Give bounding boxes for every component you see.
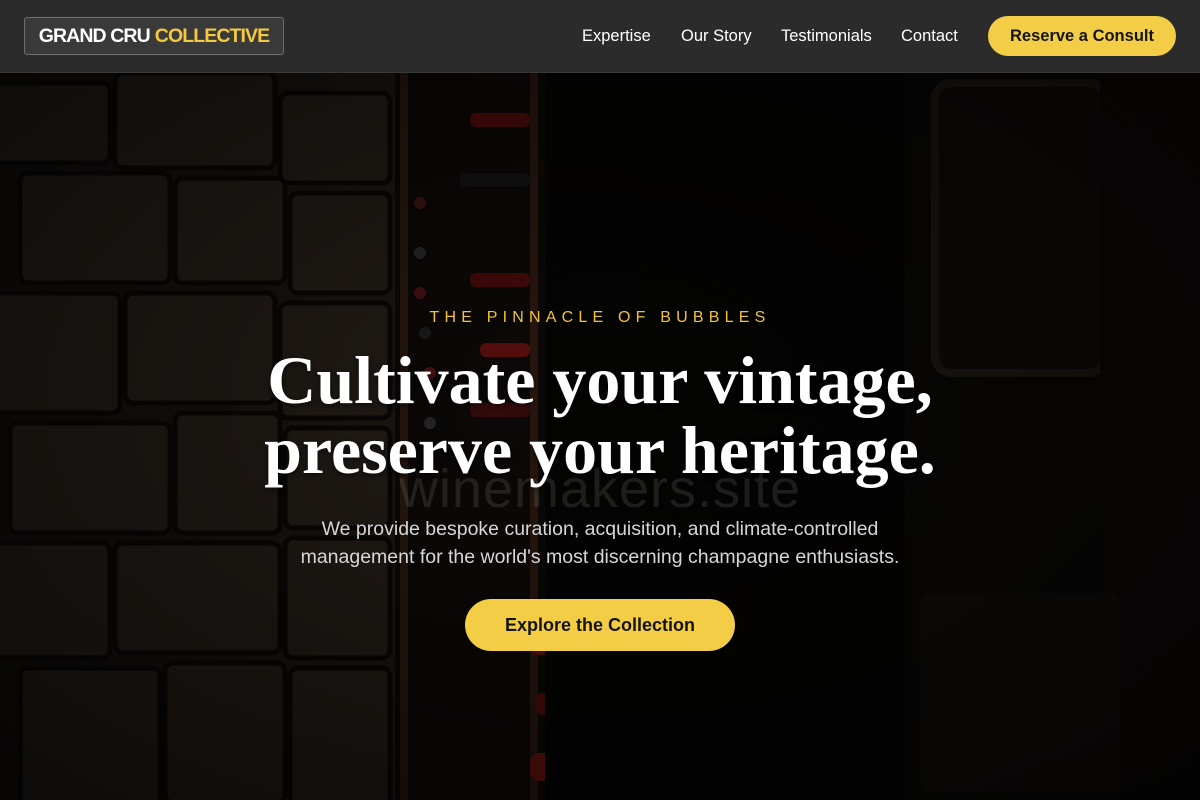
hero-subtext-line-1: We provide bespoke curation, acquisition…: [321, 518, 879, 540]
nav-link-expertise[interactable]: Expertise: [582, 25, 651, 47]
hero-headline-line-2: preserve your heritage.: [264, 412, 936, 488]
nav-link-our-story[interactable]: Our Story: [681, 25, 752, 47]
logo-text-accent: COLLECTIVE: [154, 24, 270, 47]
hero-headline-line-1: Cultivate your vintage,: [267, 342, 933, 418]
brand-logo[interactable]: GRAND CRU COLLECTIVE: [24, 17, 284, 55]
hero-section: THE PINNACLE OF BUBBLES Cultivate your v…: [0, 0, 1200, 800]
reserve-consult-button[interactable]: Reserve a Consult: [988, 16, 1176, 56]
logo-text-primary: GRAND CRU: [38, 24, 151, 47]
hero-headline: Cultivate your vintage, preserve your he…: [100, 345, 1100, 485]
landing-page: GRAND CRU COLLECTIVE Expertise Our Story…: [0, 0, 1200, 800]
hero-subtext-line-2: management for the world's most discerni…: [300, 546, 900, 568]
hero-eyebrow: THE PINNACLE OF BUBBLES: [429, 309, 771, 326]
nav-link-testimonials[interactable]: Testimonials: [781, 25, 872, 47]
explore-collection-button[interactable]: Explore the Collection: [465, 599, 735, 651]
hero-subtext: We provide bespoke curation, acquisition…: [200, 515, 1000, 571]
nav-link-contact[interactable]: Contact: [901, 25, 958, 47]
site-header: GRAND CRU COLLECTIVE Expertise Our Story…: [0, 0, 1200, 73]
